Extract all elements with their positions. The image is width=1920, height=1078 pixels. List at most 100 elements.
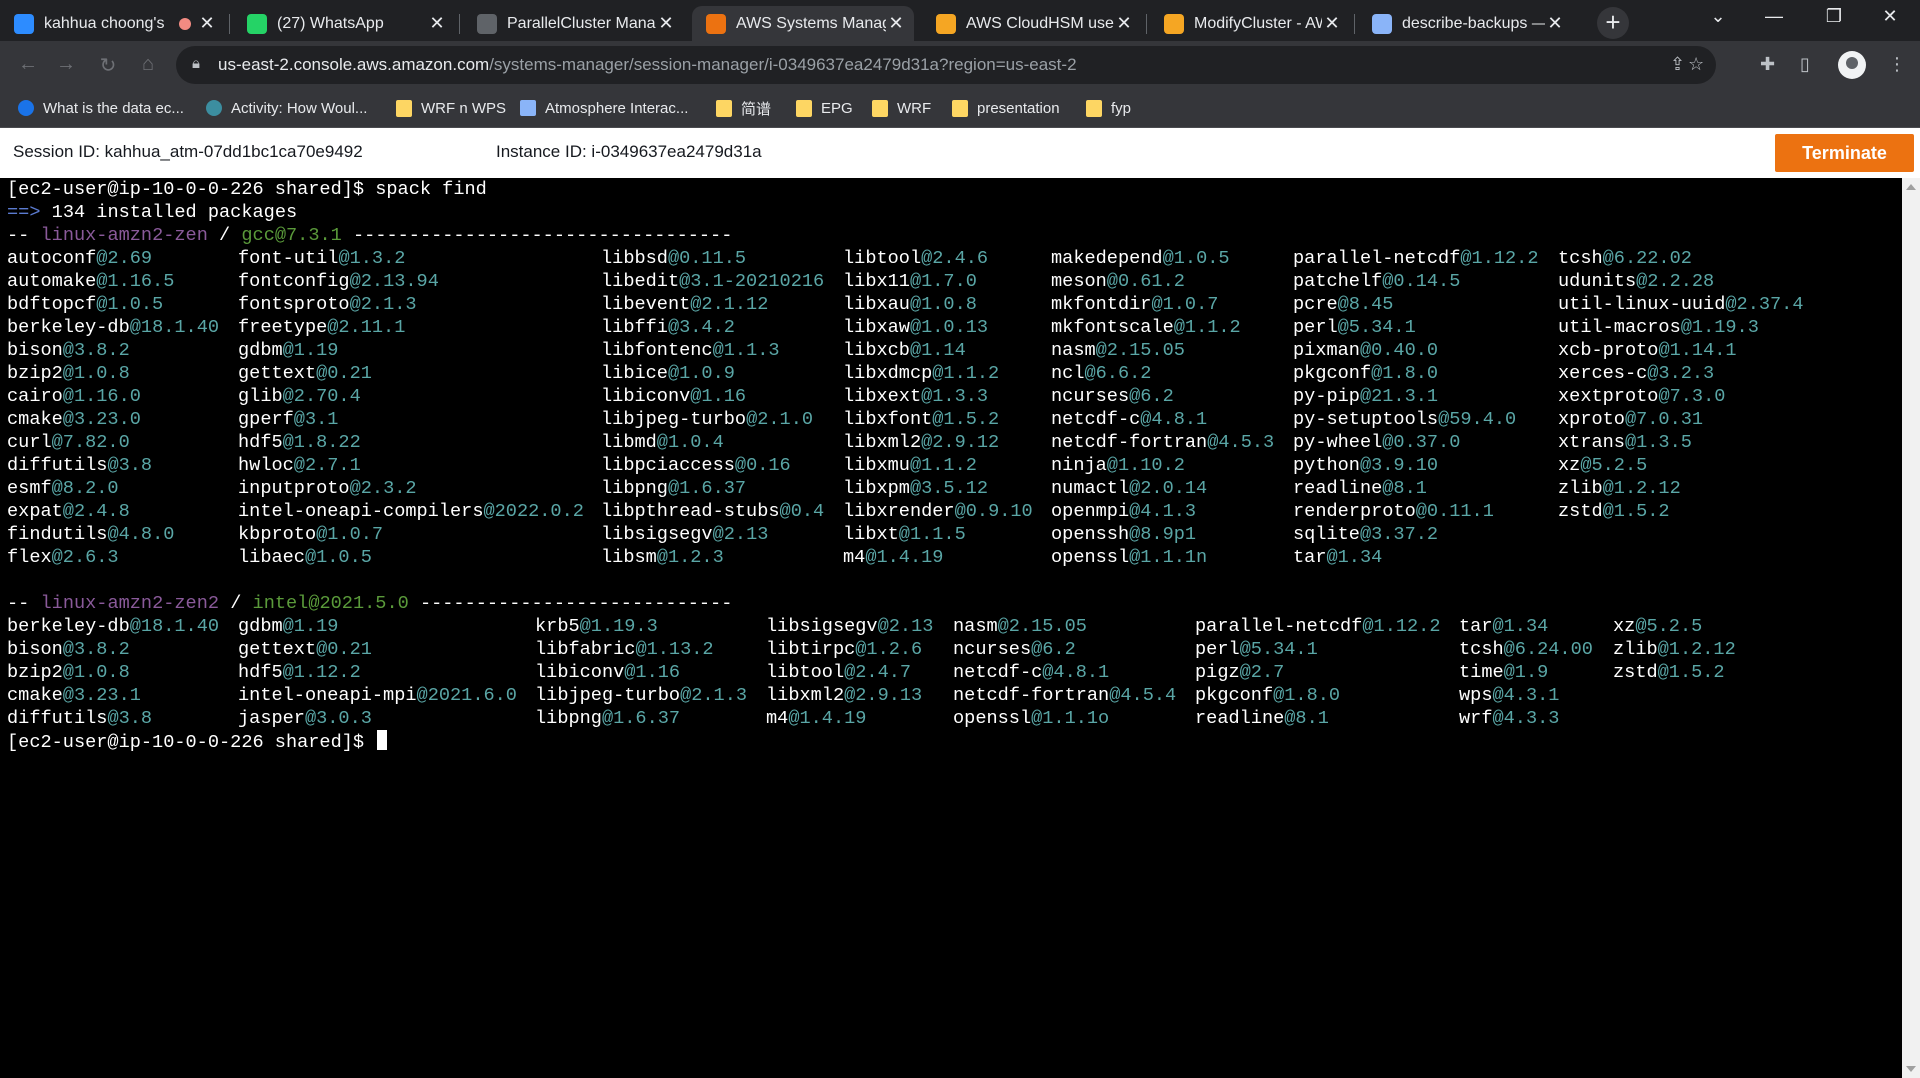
package-entry: tar@1.34 [1459, 616, 1549, 637]
package-entry: py-setuptools@59.4.0 [1293, 409, 1517, 430]
package-entry: tar@1.34 [1293, 547, 1383, 568]
tab-title: AWS Systems Manage [736, 14, 886, 32]
close-tab-icon[interactable]: ✕ [427, 13, 447, 34]
package-entry: netcdf-fortran@4.5.4 [953, 685, 1177, 706]
url-text[interactable]: us-east-2.console.aws.amazon.com/systems… [218, 55, 1077, 75]
reload-icon[interactable]: ↻ [94, 53, 122, 78]
package-entry: berkeley-db@18.1.40 [7, 317, 220, 338]
home-icon[interactable]: ⌂ [134, 53, 162, 76]
menu-icon[interactable]: ⋮ [1888, 54, 1906, 75]
package-entry: tcsh@6.24.00 [1459, 639, 1593, 660]
aws-docs-icon [936, 13, 956, 34]
package-entry: ncurses@6.2 [1051, 386, 1174, 407]
close-tab-icon[interactable]: ✕ [886, 13, 906, 34]
browser-tab[interactable]: (27) WhatsApp ✕ [233, 6, 455, 41]
zoom-icon [14, 13, 34, 34]
package-column: xz@5.2.5 zlib@1.2.12 zstd@1.5.2 [1613, 615, 1736, 684]
package-entry: bison@3.8.2 [7, 639, 130, 660]
package-entry: findutils@4.8.0 [7, 524, 175, 545]
c-icon [18, 100, 34, 116]
tab-title: describe-backups — A [1402, 14, 1545, 32]
package-column: font-util@1.3.2 fontconfig@2.13.94 fontspr… [238, 247, 584, 569]
bookmark-label: Atmosphere Interac... [545, 99, 689, 117]
package-entry: perl@5.34.1 [1195, 639, 1318, 660]
bookmark-label: WRF n WPS [421, 99, 506, 117]
tab-search-icon[interactable]: ⌄ [1698, 6, 1738, 27]
forward-icon[interactable]: → [52, 53, 80, 76]
package-entry: util-linux-uuid@2.37.4 [1558, 294, 1804, 315]
bookmark-star-icon[interactable]: ☆ [1688, 54, 1704, 75]
close-window-icon[interactable]: ✕ [1870, 6, 1910, 27]
package-entry: libedit@3.1-20210216 [601, 271, 825, 292]
package-entry: libsigsegv@2.13 [601, 524, 769, 545]
terminate-button[interactable]: Terminate [1775, 134, 1914, 172]
package-entry: xz@5.2.5 [1558, 455, 1648, 476]
profile-avatar[interactable] [1838, 51, 1866, 79]
package-entry: libtool@2.4.6 [843, 248, 989, 269]
package-entry: renderproto@0.11.1 [1293, 501, 1494, 522]
package-entry: diffutils@3.8 [7, 455, 153, 476]
package-column: libsigsegv@2.13 libtirpc@1.2.6 libtool@2.4… [766, 615, 933, 730]
bookmark-item[interactable]: What is the data ec... [18, 97, 184, 119]
package-entry: bzip2@1.0.8 [7, 662, 130, 683]
package-entry: python@3.9.10 [1293, 455, 1439, 476]
recording-icon [179, 17, 191, 30]
address-bar[interactable]: 🔒︎ us-east-2.console.aws.amazon.com/syst… [176, 46, 1716, 84]
bookmark-item[interactable]: 简谱 [716, 97, 771, 119]
package-entry: mkfontdir@1.0.7 [1051, 294, 1219, 315]
side-panel-icon[interactable]: ▯ [1800, 54, 1810, 75]
package-column: tar@1.34 tcsh@6.24.00 time@1.9 wps@4.3.1 wrf… [1459, 615, 1593, 730]
package-entry: libjpeg-turbo@2.1.0 [601, 409, 814, 430]
package-entry: font-util@1.3.2 [238, 248, 406, 269]
browser-tab[interactable]: AWS Systems Manage ✕ [692, 6, 914, 41]
package-entry: libice@1.0.9 [601, 363, 735, 384]
package-entry: flex@2.6.3 [7, 547, 119, 568]
back-icon[interactable]: ← [14, 53, 42, 76]
browser-tab[interactable]: AWS CloudHSM use c ✕ [922, 6, 1142, 41]
package-entry: libfontenc@1.1.3 [601, 340, 780, 361]
package-entry: cairo@1.16.0 [7, 386, 141, 407]
bookmark-item[interactable]: Atmosphere Interac... [520, 97, 688, 119]
bookmark-item[interactable]: presentation [952, 97, 1060, 119]
terminal[interactable]: [ec2-user@ip-10-0-0-226 shared]$ spack f… [0, 178, 1902, 1078]
package-entry: libxml2@2.9.13 [766, 685, 923, 706]
browser-tab[interactable]: ModifyCluster - AWS✕ [1150, 6, 1350, 41]
command-line: [ec2-user@ip-10-0-0-226 shared]$ spack f… [7, 179, 487, 200]
package-column: libbsd@0.11.5 libedit@3.1-20210216 libeven… [601, 247, 824, 569]
package-entry: readline@8.1 [1293, 478, 1427, 499]
close-tab-icon[interactable]: ✕ [1322, 13, 1342, 34]
bookmark-item[interactable]: Activity: How Woul... [206, 97, 367, 119]
terminal-scrollbar[interactable] [1902, 178, 1920, 1078]
bookmark-item[interactable]: WRF [872, 97, 931, 119]
minimize-icon[interactable]: — [1754, 6, 1794, 27]
package-entry: freetype@2.11.1 [238, 317, 406, 338]
package-entry: ninja@1.10.2 [1051, 455, 1185, 476]
package-entry: xcb-proto@1.14.1 [1558, 340, 1737, 361]
browser-tab[interactable]: ParallelCluster Manag ✕ [463, 6, 684, 41]
bookmark-item[interactable]: EPG [796, 97, 853, 119]
package-entry: xz@5.2.5 [1613, 616, 1703, 637]
package-entry: util-macros@1.19.3 [1558, 317, 1759, 338]
package-entry: cmake@3.23.0 [7, 409, 141, 430]
summary-line: ==> 134 installed packages [7, 202, 298, 223]
package-entry: inputproto@2.3.2 [238, 478, 417, 499]
package-entry: libxext@1.3.3 [843, 386, 989, 407]
close-tab-icon[interactable]: ✕ [197, 13, 217, 34]
new-tab-button[interactable]: + [1597, 7, 1629, 39]
lock-icon[interactable]: 🔒︎ [192, 55, 200, 72]
browser-tab[interactable]: kahhua choong's ✕ [0, 6, 225, 41]
package-entry: xerces-c@3.2.3 [1558, 363, 1715, 384]
close-tab-icon[interactable]: ✕ [1114, 13, 1134, 34]
share-icon[interactable]: ⇪ [1670, 54, 1685, 75]
close-tab-icon[interactable]: ✕ [656, 13, 676, 34]
restore-icon[interactable]: ❐ [1814, 6, 1854, 27]
bookmark-item[interactable]: WRF n WPS [396, 97, 506, 119]
bookmark-item[interactable]: fyp [1086, 97, 1131, 119]
browser-tab[interactable]: describe-backups — A✕ [1358, 6, 1573, 41]
bookmark-label: WRF [897, 99, 932, 117]
package-entry: libmd@1.0.4 [601, 432, 724, 453]
package-entry: cmake@3.23.1 [7, 685, 141, 706]
close-tab-icon[interactable]: ✕ [1545, 13, 1565, 34]
package-entry: gettext@0.21 [238, 639, 372, 660]
extensions-icon[interactable]: ✚ [1760, 54, 1775, 75]
